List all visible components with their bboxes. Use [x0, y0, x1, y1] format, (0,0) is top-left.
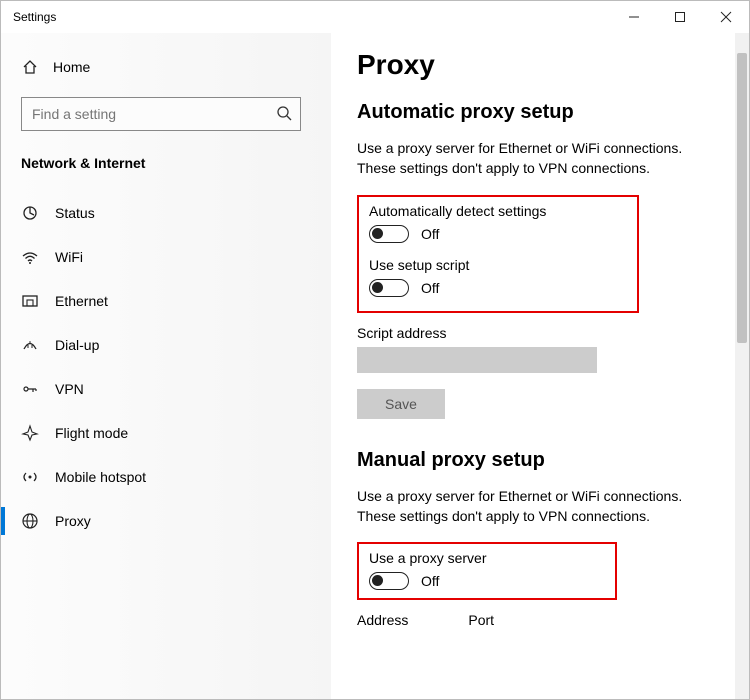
sidebar-item-vpn[interactable]: VPN — [1, 367, 331, 411]
sidebar-home-label: Home — [53, 59, 90, 75]
main-content: Proxy Automatic proxy setup Use a proxy … — [331, 33, 749, 699]
close-button[interactable] — [703, 1, 749, 33]
sidebar-item-hotspot[interactable]: Mobile hotspot — [1, 455, 331, 499]
sidebar-home[interactable]: Home — [1, 47, 331, 87]
globe-icon — [21, 512, 39, 530]
minimize-button[interactable] — [611, 1, 657, 33]
search-input[interactable] — [32, 106, 266, 122]
sidebar-item-label: Status — [55, 205, 95, 221]
sidebar-nav: Status WiFi Ethernet Dial-up VPN Flight mode M… — [1, 191, 331, 543]
sidebar-item-wifi[interactable]: WiFi — [1, 235, 331, 279]
titlebar: Settings — [1, 1, 749, 33]
vpn-icon — [21, 380, 39, 398]
settings-window: Settings Home Network & Internet Status W… — [0, 0, 750, 700]
sidebar-item-label: WiFi — [55, 249, 83, 265]
auto-section-heading: Automatic proxy setup — [357, 101, 723, 124]
port-label: Port — [468, 612, 494, 628]
save-button[interactable]: Save — [357, 389, 445, 419]
home-icon — [21, 58, 39, 76]
setup-script-toggle[interactable] — [369, 279, 409, 297]
hotspot-icon — [21, 468, 39, 486]
sidebar: Home Network & Internet Status WiFi Ethern… — [1, 33, 331, 699]
script-address-label: Script address — [357, 325, 723, 341]
auto-detect-state: Off — [421, 226, 439, 242]
wifi-icon — [21, 248, 39, 266]
sidebar-item-flight[interactable]: Flight mode — [1, 411, 331, 455]
sidebar-section-title: Network & Internet — [1, 149, 331, 181]
sidebar-item-label: VPN — [55, 381, 84, 397]
sidebar-item-label: Ethernet — [55, 293, 108, 309]
manual-section-desc: Use a proxy server for Ethernet or WiFi … — [357, 486, 717, 527]
window-controls — [611, 1, 749, 33]
maximize-button[interactable] — [657, 1, 703, 33]
auto-detect-toggle[interactable] — [369, 225, 409, 243]
sidebar-item-proxy[interactable]: Proxy — [1, 499, 331, 543]
address-label: Address — [357, 612, 408, 628]
use-proxy-toggle[interactable] — [369, 572, 409, 590]
auto-detect-label: Automatically detect settings — [369, 203, 627, 219]
search-input-wrap[interactable] — [21, 97, 301, 131]
airplane-icon — [21, 424, 39, 442]
sidebar-item-label: Flight mode — [55, 425, 128, 441]
vertical-scrollbar[interactable] — [735, 33, 749, 699]
setup-script-label: Use setup script — [369, 257, 627, 273]
manual-section-heading: Manual proxy setup — [357, 449, 723, 472]
sidebar-item-label: Proxy — [55, 513, 91, 529]
search-icon — [276, 105, 292, 125]
sidebar-item-label: Dial-up — [55, 337, 99, 353]
scrollbar-thumb[interactable] — [737, 53, 747, 343]
sidebar-item-ethernet[interactable]: Ethernet — [1, 279, 331, 323]
ethernet-icon — [21, 292, 39, 310]
dialup-icon — [21, 336, 39, 354]
script-address-input[interactable] — [357, 347, 597, 373]
sidebar-item-dialup[interactable]: Dial-up — [1, 323, 331, 367]
window-title: Settings — [13, 10, 56, 24]
auto-highlight-box: Automatically detect settings Off Use se… — [357, 195, 639, 313]
sidebar-item-label: Mobile hotspot — [55, 469, 146, 485]
use-proxy-state: Off — [421, 573, 439, 589]
status-icon — [21, 204, 39, 222]
use-proxy-label: Use a proxy server — [369, 550, 605, 566]
setup-script-state: Off — [421, 280, 439, 296]
auto-section-desc: Use a proxy server for Ethernet or WiFi … — [357, 138, 717, 179]
sidebar-item-status[interactable]: Status — [1, 191, 331, 235]
page-title: Proxy — [357, 49, 723, 81]
manual-highlight-box: Use a proxy server Off — [357, 542, 617, 600]
